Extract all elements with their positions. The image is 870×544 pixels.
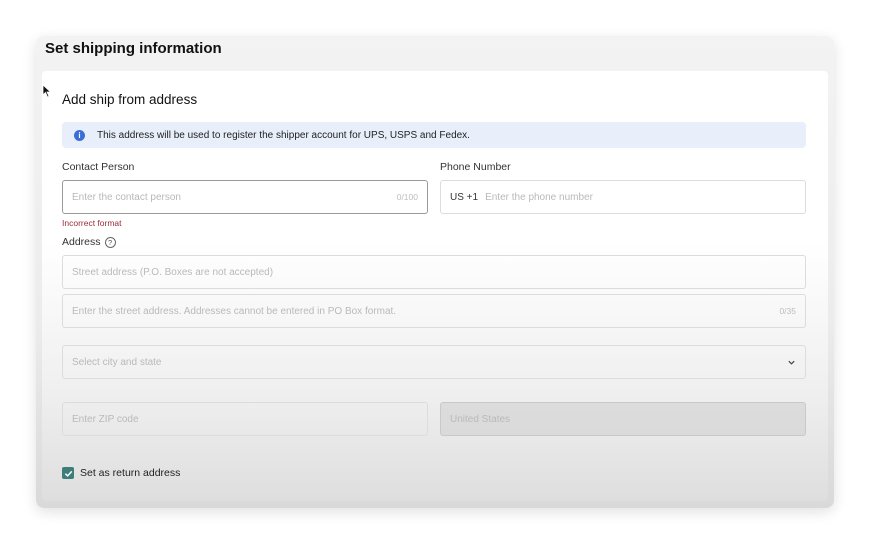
contact-person-counter: 0/100	[396, 192, 418, 202]
contact-person-error: Incorrect format	[62, 218, 122, 228]
info-icon: i	[74, 129, 85, 141]
section-title: Add ship from address	[62, 92, 198, 107]
contact-person-label: Contact Person	[62, 161, 135, 173]
chevron-down-icon	[788, 360, 795, 365]
info-banner-text: This address will be used to register th…	[97, 129, 470, 141]
city-state-placeholder: Select city and state	[72, 356, 162, 368]
return-address-checkbox[interactable]	[62, 467, 74, 479]
street-address-placeholder: Street address (P.O. Boxes are not accep…	[72, 266, 274, 278]
phone-number-placeholder: Enter the phone number	[485, 191, 593, 203]
street-address-2-counter: 0/35	[779, 306, 796, 316]
info-banner: i This address will be used to register …	[62, 122, 806, 148]
street-address-2-placeholder: Enter the street address. Addresses cann…	[72, 305, 397, 317]
checkmark-icon	[64, 470, 72, 477]
phone-number-input[interactable]: US +1 Enter the phone number	[440, 180, 806, 214]
country-value: United States	[450, 413, 511, 425]
city-state-select[interactable]: Select city and state	[62, 345, 806, 379]
address-label-text: Address	[62, 236, 101, 248]
phone-number-label: Phone Number	[440, 161, 511, 173]
return-address-label: Set as return address	[80, 467, 181, 479]
street-address-2-input[interactable]: Enter the street address. Addresses cann…	[62, 294, 806, 328]
zip-code-placeholder: Enter ZIP code	[72, 413, 139, 425]
form-layer: Add ship from address i This address wil…	[36, 36, 834, 508]
street-address-input[interactable]: Street address (P.O. Boxes are not accep…	[62, 255, 806, 289]
address-label: Address ?	[62, 236, 116, 248]
contact-person-placeholder: Enter the contact person	[72, 191, 181, 203]
country-field: United States	[440, 402, 806, 436]
contact-person-input[interactable]: Enter the contact person 0/100	[62, 180, 428, 214]
zip-code-input[interactable]: Enter ZIP code	[62, 402, 428, 436]
phone-country-code[interactable]: US +1	[450, 192, 478, 203]
return-address-option[interactable]: Set as return address	[62, 467, 180, 479]
help-icon[interactable]: ?	[104, 236, 116, 248]
